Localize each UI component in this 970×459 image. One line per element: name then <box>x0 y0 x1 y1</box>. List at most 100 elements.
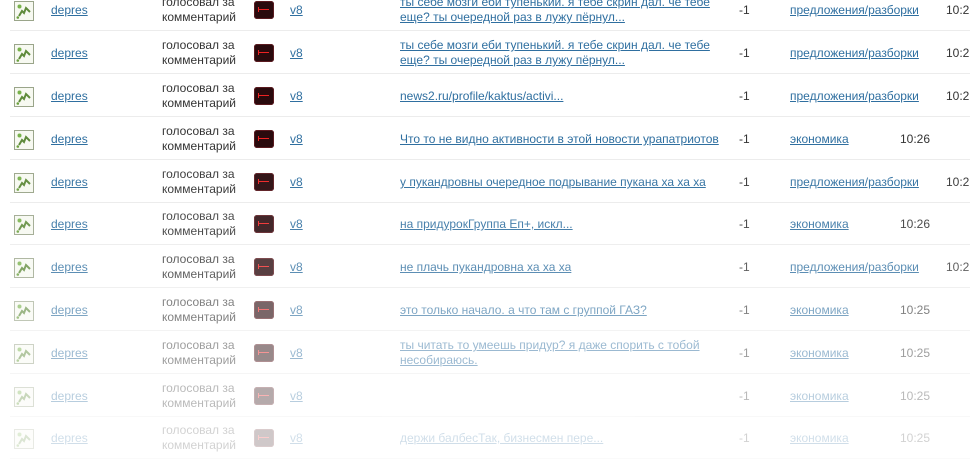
activity-row: depres голосовал за комментарий v8 это толь… <box>0 288 970 331</box>
user-link[interactable]: depres <box>51 389 88 403</box>
version-link[interactable]: v8 <box>290 175 303 189</box>
activity-row: depres голосовал за комментарий v8 держи ба… <box>0 416 970 459</box>
thumbnail-icon[interactable] <box>254 87 274 105</box>
user-avatar-icon[interactable] <box>14 130 34 150</box>
thumbnail-icon[interactable] <box>254 1 274 19</box>
action-text: голосовал за комментарий <box>162 124 236 153</box>
activity-row: depres голосовал за комментарий v8 на приду… <box>0 202 970 245</box>
comment-link[interactable]: не плачь пукандровна ха ха ха <box>400 260 725 275</box>
vote-score: -1 <box>739 132 750 146</box>
vote-score: -1 <box>739 431 750 445</box>
comment-link[interactable]: на придурокГруппа Еп+, искл... <box>400 217 725 232</box>
action-text: голосовал за комментарий <box>162 381 236 410</box>
version-link[interactable]: v8 <box>290 89 303 103</box>
activity-row: depres голосовал за комментарий v8 ты себе … <box>0 0 970 31</box>
activity-row: depres голосовал за комментарий v8 Что то н… <box>0 117 970 160</box>
user-link[interactable]: depres <box>51 3 88 17</box>
activity-row: depres голосовал за комментарий v8 -1 эконом… <box>0 374 970 417</box>
version-link[interactable]: v8 <box>290 431 303 445</box>
category-link[interactable]: предложения/разборки <box>790 3 919 17</box>
comment-link[interactable]: это только начало. а что там с группой Г… <box>400 303 725 318</box>
activity-row: depres голосовал за комментарий v8 не плачь… <box>0 245 970 288</box>
comment-link[interactable]: ты себе мозги еби тупенький. я тебе скри… <box>400 38 725 68</box>
version-link[interactable]: v8 <box>290 389 303 403</box>
action-text: голосовал за комментарий <box>162 252 236 281</box>
activity-row: depres голосовал за комментарий v8 ты себе … <box>0 31 970 74</box>
user-avatar-icon[interactable] <box>14 44 34 64</box>
timestamp: 10:2 <box>946 46 970 60</box>
category-link[interactable]: экономика <box>790 431 849 445</box>
user-link[interactable]: depres <box>51 303 88 317</box>
vote-score: -1 <box>739 46 750 60</box>
comment-link[interactable]: ты себе мозги еби тупенький. я тебе скри… <box>400 0 725 25</box>
timestamp: 10:26 <box>900 217 931 231</box>
category-link[interactable]: предложения/разборки <box>790 260 919 274</box>
version-link[interactable]: v8 <box>290 303 303 317</box>
thumbnail-icon[interactable] <box>254 130 274 148</box>
activity-feed: depres голосовал за комментарий v8 ты себе … <box>0 0 970 459</box>
user-avatar-icon[interactable] <box>14 429 34 449</box>
version-link[interactable]: v8 <box>290 346 303 360</box>
comment-link[interactable]: у пукандровны очередное подрывание пукан… <box>400 175 725 190</box>
category-link[interactable]: экономика <box>790 132 849 146</box>
category-link[interactable]: экономика <box>790 303 849 317</box>
vote-score: -1 <box>739 3 750 17</box>
category-link[interactable]: экономика <box>790 346 849 360</box>
version-link[interactable]: v8 <box>290 217 303 231</box>
vote-score: -1 <box>739 89 750 103</box>
category-link[interactable]: экономика <box>790 389 849 403</box>
version-link[interactable]: v8 <box>290 46 303 60</box>
thumbnail-icon[interactable] <box>254 387 274 405</box>
thumbnail-icon[interactable] <box>254 344 274 362</box>
version-link[interactable]: v8 <box>290 260 303 274</box>
timestamp: 10:25 <box>900 389 931 403</box>
user-link[interactable]: depres <box>51 217 88 231</box>
user-avatar-icon[interactable] <box>14 301 34 321</box>
user-avatar-icon[interactable] <box>14 215 34 235</box>
version-link[interactable]: v8 <box>290 3 303 17</box>
thumbnail-icon[interactable] <box>254 173 274 191</box>
category-link[interactable]: экономика <box>790 217 849 231</box>
thumbnail-icon[interactable] <box>254 258 274 276</box>
timestamp: 10:2 <box>946 89 970 103</box>
action-text: голосовал за комментарий <box>162 167 236 196</box>
timestamp: 10:25 <box>900 303 931 317</box>
user-link[interactable]: depres <box>51 260 88 274</box>
comment-link[interactable]: news2.ru/profile/kaktus/activi... <box>400 89 725 104</box>
vote-score: -1 <box>739 389 750 403</box>
user-avatar-icon[interactable] <box>14 344 34 364</box>
action-text: голосовал за комментарий <box>162 38 236 67</box>
timestamp: 10:25 <box>900 431 931 445</box>
timestamp: 10:26 <box>900 132 931 146</box>
user-link[interactable]: depres <box>51 346 88 360</box>
activity-row: depres голосовал за комментарий v8 ты читат… <box>0 331 970 374</box>
comment-link[interactable]: держи балбесТак, бизнесмен пере... <box>400 431 725 446</box>
user-avatar-icon[interactable] <box>14 387 34 407</box>
user-link[interactable]: depres <box>51 89 88 103</box>
thumbnail-icon[interactable] <box>254 429 274 447</box>
action-text: голосовал за комментарий <box>162 209 236 238</box>
action-text: голосовал за комментарий <box>162 0 236 24</box>
user-link[interactable]: depres <box>51 431 88 445</box>
user-link[interactable]: depres <box>51 175 88 189</box>
category-link[interactable]: предложения/разборки <box>790 175 919 189</box>
thumbnail-icon[interactable] <box>254 301 274 319</box>
thumbnail-icon[interactable] <box>254 44 274 62</box>
user-avatar-icon[interactable] <box>14 173 34 193</box>
user-avatar-icon[interactable] <box>14 258 34 278</box>
vote-score: -1 <box>739 260 750 274</box>
vote-score: -1 <box>739 346 750 360</box>
version-link[interactable]: v8 <box>290 132 303 146</box>
timestamp: 10:25 <box>900 346 931 360</box>
user-link[interactable]: depres <box>51 46 88 60</box>
category-link[interactable]: предложения/разборки <box>790 89 919 103</box>
comment-link[interactable]: Что то не видно активности в этой новост… <box>400 132 725 147</box>
timestamp: 10:2 <box>946 175 970 189</box>
category-link[interactable]: предложения/разборки <box>790 46 919 60</box>
user-link[interactable]: depres <box>51 132 88 146</box>
user-avatar-icon[interactable] <box>14 87 34 107</box>
activity-row: depres голосовал за комментарий v8 у пуканд… <box>0 160 970 203</box>
thumbnail-icon[interactable] <box>254 215 274 233</box>
comment-link[interactable]: ты читать то умеешь придур? я даже спори… <box>400 338 725 368</box>
user-avatar-icon[interactable] <box>14 1 34 21</box>
